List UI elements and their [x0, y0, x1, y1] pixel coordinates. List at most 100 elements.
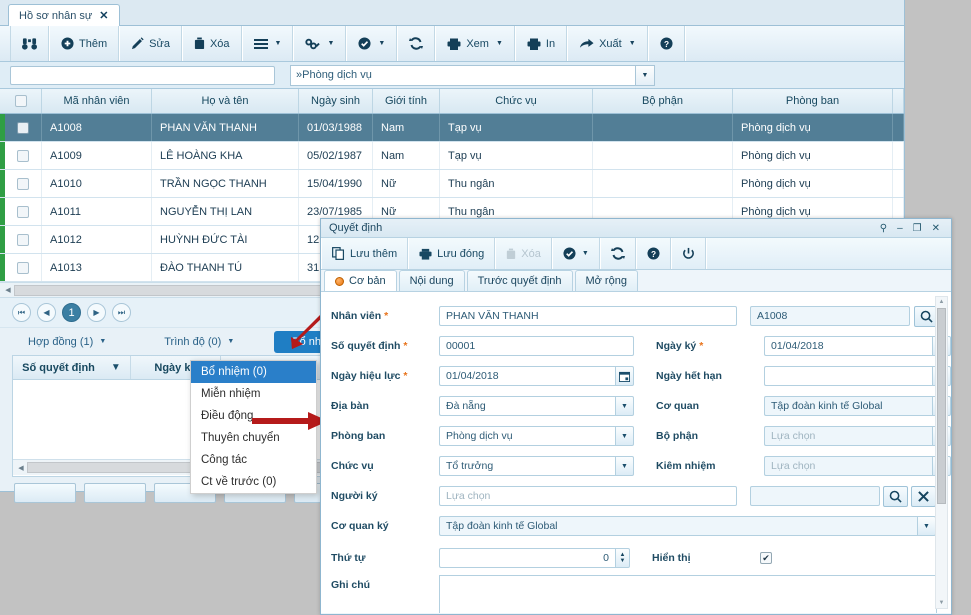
- input-nguoi-ky-code[interactable]: [750, 486, 880, 506]
- row-checkbox[interactable]: [17, 233, 29, 246]
- scroll-up-icon[interactable]: ▲: [939, 297, 945, 307]
- toolbar-link-button[interactable]: ▼: [293, 26, 347, 61]
- select-kiem-nhiem[interactable]: Lựa chọn: [764, 456, 932, 476]
- grid-header-chuc-vu[interactable]: Chức vụ: [440, 89, 593, 113]
- table-row[interactable]: A1009 LÊ HOÀNG KHA 05/02/1987 Nam Tạp vụ…: [0, 142, 904, 170]
- select-phong-ban[interactable]: Phòng dịch vụ: [439, 426, 615, 446]
- select-bo-phan[interactable]: Lựa chọn: [764, 426, 932, 446]
- spinner-stepper[interactable]: ▲ ▼: [615, 548, 630, 568]
- row-checkbox[interactable]: [17, 177, 29, 190]
- pager-next-button[interactable]: ▶: [87, 303, 106, 322]
- textarea-ghi-chu[interactable]: [439, 575, 937, 613]
- dialog-close-button[interactable]: [670, 238, 706, 269]
- table-row[interactable]: A1008 PHAN VĂN THANH 01/03/1988 Nam Tạp …: [0, 114, 904, 142]
- filter-funnel-icon[interactable]: ▼: [111, 362, 121, 373]
- sub-edit-button[interactable]: [84, 483, 146, 503]
- grid-header-ngay-sinh[interactable]: Ngày sinh: [299, 89, 373, 113]
- sub-add-button[interactable]: [14, 483, 76, 503]
- calendar-icon[interactable]: [615, 366, 634, 386]
- select-all-checkbox[interactable]: [14, 95, 27, 107]
- sub-tab-hop-dong[interactable]: Hợp đồng (1) ▼: [12, 331, 122, 353]
- row-checkbox-cell[interactable]: [5, 254, 42, 281]
- menu-item-dieu-dong[interactable]: Điều động: [191, 405, 316, 427]
- row-checkbox-cell[interactable]: [5, 170, 42, 197]
- select-co-quan[interactable]: Tập đoàn kinh tế Global: [764, 396, 932, 416]
- input-nhan-vien-code[interactable]: A1008: [750, 306, 910, 326]
- chevron-down-icon[interactable]: ▼: [615, 456, 634, 476]
- department-select[interactable]: »Phòng dịch vụ ▼: [290, 64, 655, 86]
- chevron-down-icon[interactable]: ▼: [615, 426, 634, 446]
- pager-last-button[interactable]: ⏭: [112, 303, 131, 322]
- tab-co-ban[interactable]: Cơ bản: [324, 270, 397, 291]
- row-checkbox-cell[interactable]: [5, 198, 42, 225]
- toolbar-add-button[interactable]: Thêm: [49, 26, 120, 61]
- input-nhan-vien[interactable]: PHAN VĂN THANH: [439, 306, 737, 326]
- menu-item-ct-ve-truoc[interactable]: Ct về trước (0): [191, 471, 316, 493]
- toolbar-find-button[interactable]: [10, 26, 49, 61]
- row-checkbox-cell[interactable]: [5, 142, 42, 169]
- dialog-save-add-button[interactable]: Lưu thêm: [321, 238, 409, 269]
- dialog-help-button[interactable]: ?: [635, 238, 671, 269]
- menu-item-thuyen-chuyen[interactable]: Thuyên chuyển: [191, 427, 316, 449]
- sub-tab-trinh-do[interactable]: Trình độ (0) ▼: [148, 331, 250, 353]
- close-icon[interactable]: ✕: [927, 223, 945, 234]
- tab-truoc-quyet-dinh[interactable]: Trước quyết định: [466, 270, 573, 291]
- dialog-title-bar[interactable]: Quyết định ⚲ – ❐ ✕: [321, 219, 951, 238]
- grid-header-bo-phan[interactable]: Bộ phận: [593, 89, 733, 113]
- select-co-quan-ky[interactable]: Tập đoàn kinh tế Global: [439, 516, 917, 536]
- chevron-down-icon[interactable]: ▼: [635, 64, 655, 86]
- table-row[interactable]: A1010 TRẦN NGỌC THANH 15/04/1990 Nữ Thu …: [0, 170, 904, 198]
- checkbox-hien-thi[interactable]: ✔: [760, 552, 772, 564]
- scroll-down-icon[interactable]: ▼: [939, 598, 945, 608]
- menu-item-bo-nhiem[interactable]: Bổ nhiệm (0): [191, 361, 316, 383]
- toolbar-print-button[interactable]: In: [514, 26, 568, 61]
- menu-item-cong-tac[interactable]: Công tác: [191, 449, 316, 471]
- toolbar-help-button[interactable]: ?: [647, 26, 685, 61]
- row-checkbox-cell[interactable]: [5, 226, 42, 253]
- toolbar-export-button[interactable]: Xuất ▼: [567, 26, 648, 61]
- toolbar-delete-button[interactable]: Xóa: [181, 26, 242, 61]
- toolbar-list-button[interactable]: ▼: [241, 26, 294, 61]
- clear-nguoi-ky-button[interactable]: [911, 485, 936, 507]
- sub-grid-header-so-quyet-dinh[interactable]: Số quyết định ▼: [13, 356, 131, 379]
- vscrollbar-thumb[interactable]: [937, 308, 946, 504]
- row-checkbox-cell[interactable]: [5, 114, 42, 141]
- input-so-quyet-dinh[interactable]: 00001: [439, 336, 634, 356]
- input-ngay-hieu-luc[interactable]: 01/04/2018: [439, 366, 615, 386]
- app-tab-ho-so-nhan-su[interactable]: Hồ sơ nhân sự ✕: [8, 4, 120, 26]
- tab-mo-rong[interactable]: Mở rộng: [574, 270, 638, 291]
- dialog-vscrollbar[interactable]: ▲ ▼: [935, 296, 948, 609]
- pin-icon[interactable]: ⚲: [875, 223, 892, 234]
- select-chuc-vu[interactable]: Tổ trưởng: [439, 456, 615, 476]
- search-nguoi-ky-button[interactable]: [883, 485, 908, 507]
- row-checkbox[interactable]: [17, 121, 29, 134]
- toolbar-refresh-button[interactable]: [397, 26, 436, 61]
- select-dia-ban[interactable]: Đà nẵng: [439, 396, 615, 416]
- input-ngay-ky[interactable]: 01/04/2018: [764, 336, 932, 356]
- toolbar-view-button[interactable]: Xem ▼: [435, 26, 515, 61]
- grid-header-ho-va-ten[interactable]: Họ và tên: [152, 89, 299, 113]
- minimize-icon[interactable]: –: [892, 223, 908, 234]
- menu-item-mien-nhiem[interactable]: Miễn nhiệm: [191, 383, 316, 405]
- toolbar-approve-button[interactable]: ▼: [346, 26, 398, 61]
- pager-first-button[interactable]: ⏮: [12, 303, 31, 322]
- row-checkbox[interactable]: [17, 261, 29, 274]
- chevron-down-icon[interactable]: ▼: [615, 396, 634, 416]
- dialog-approve-button[interactable]: ▼: [551, 238, 600, 269]
- toolbar-edit-button[interactable]: Sửa: [119, 26, 182, 61]
- grid-header-gioi-tinh[interactable]: Giới tính: [373, 89, 440, 113]
- input-thu-tu[interactable]: 0: [439, 548, 615, 568]
- dialog-save-close-button[interactable]: Lưu đóng: [408, 238, 496, 269]
- scroll-left-icon[interactable]: ◀: [2, 286, 14, 294]
- grid-header-phong-ban[interactable]: Phòng ban: [733, 89, 893, 113]
- pager-prev-button[interactable]: ◀: [37, 303, 56, 322]
- spinner-down-icon[interactable]: ▼: [620, 558, 626, 564]
- dialog-refresh-button[interactable]: [599, 238, 636, 269]
- tab-noi-dung[interactable]: Nội dung: [398, 270, 465, 291]
- chevron-down-icon[interactable]: ▼: [917, 516, 936, 536]
- keyword-input[interactable]: [10, 65, 275, 85]
- row-checkbox[interactable]: [17, 205, 29, 218]
- close-icon[interactable]: ✕: [99, 9, 108, 22]
- scroll-left-icon[interactable]: ◀: [15, 464, 27, 472]
- grid-header-ma-nhan-vien[interactable]: Mã nhân viên: [42, 89, 152, 113]
